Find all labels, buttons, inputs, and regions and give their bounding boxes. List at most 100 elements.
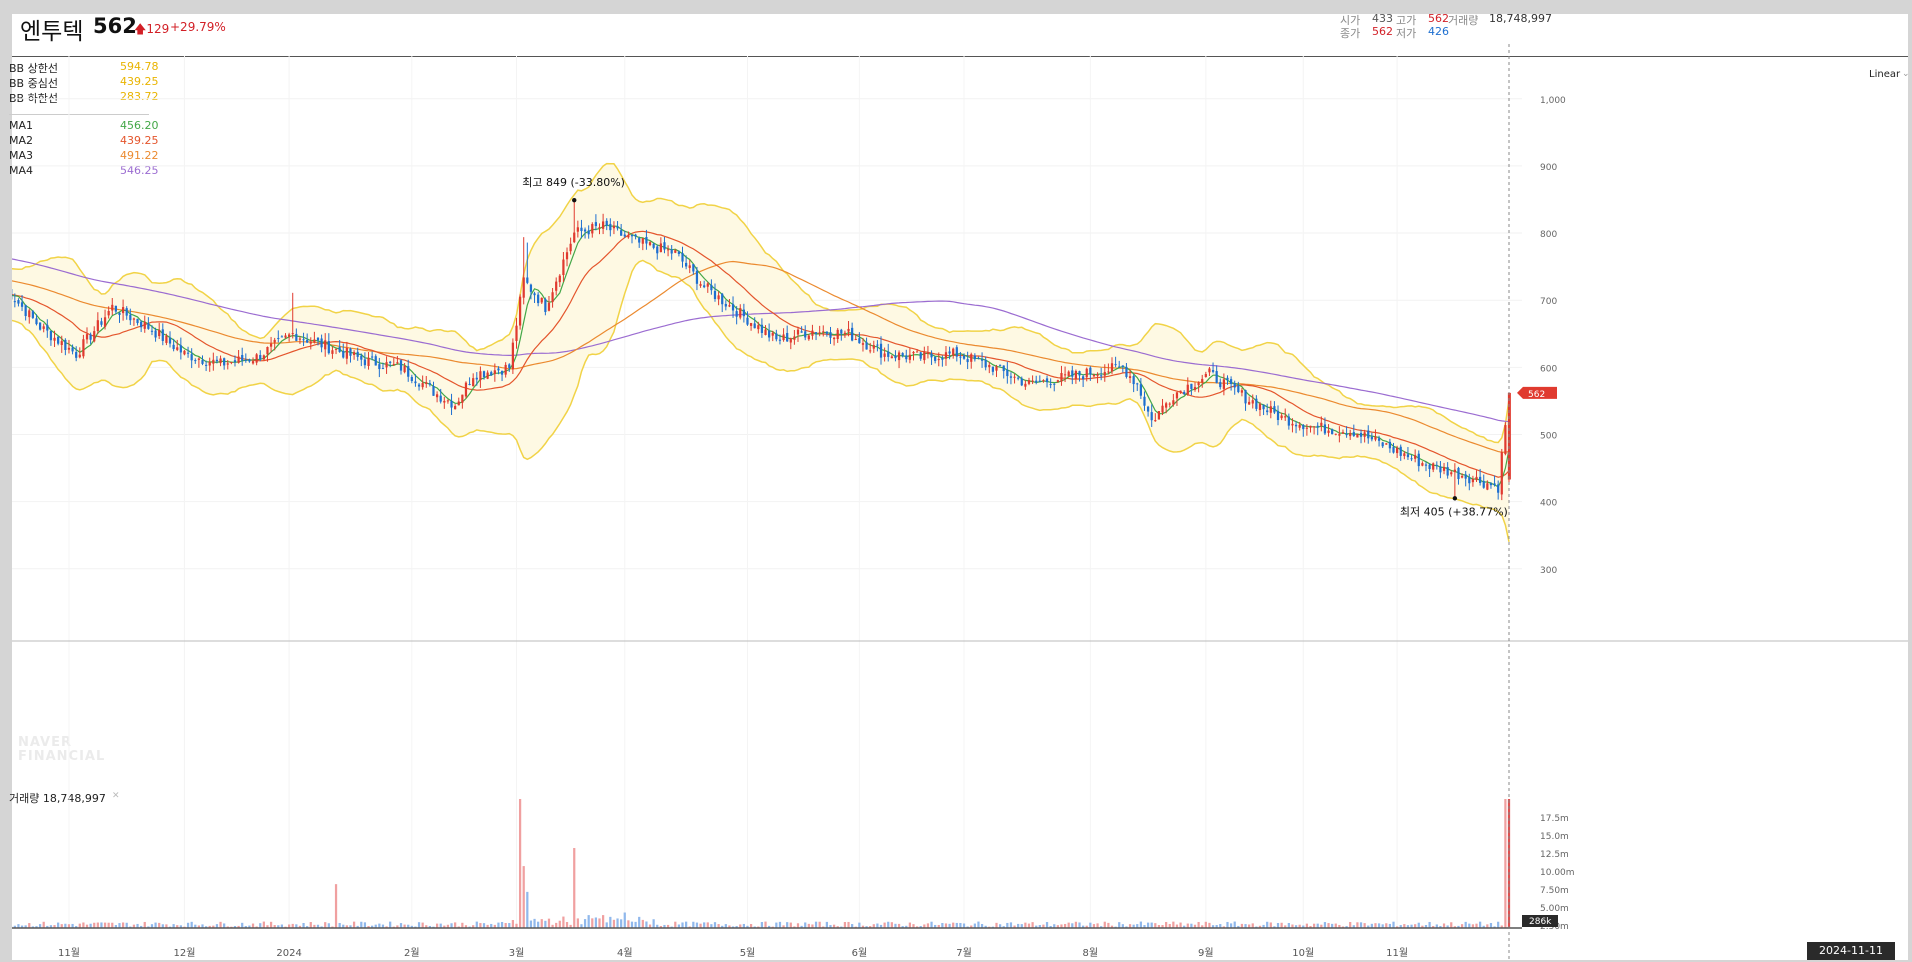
close-icon[interactable]: ✕ <box>112 791 120 801</box>
candle <box>1442 466 1446 471</box>
y-tick-label: 400 <box>1540 499 1557 509</box>
scale-toggle-button[interactable]: Linear <box>1869 69 1900 80</box>
candle <box>742 309 745 317</box>
candle <box>60 341 63 346</box>
candle <box>1078 371 1081 376</box>
volume-bar <box>1475 923 1478 928</box>
legend-bb-lower[interactable]: BB 하한선 283.72 <box>9 90 159 105</box>
volume-bar <box>197 925 201 928</box>
candle <box>486 372 489 379</box>
volume-bar <box>1417 922 1420 928</box>
volume-bar <box>814 921 818 928</box>
candle <box>934 356 937 361</box>
candle <box>1114 364 1117 366</box>
candle <box>876 344 879 346</box>
candle <box>782 334 785 341</box>
legend-bb-lower-value: 283.72 <box>120 90 159 103</box>
legend-ma3[interactable]: MA3 491.22 <box>9 149 159 163</box>
candle <box>980 359 984 361</box>
volume-bar <box>1341 926 1345 928</box>
volume-bar <box>403 924 406 928</box>
volume-bar <box>233 926 237 928</box>
volume-bar <box>1154 923 1157 928</box>
volume-bar <box>158 922 161 928</box>
candle <box>24 305 27 317</box>
candle <box>843 332 847 334</box>
candle <box>392 364 395 366</box>
candle <box>1179 390 1182 393</box>
volume-bar <box>591 918 594 928</box>
candle <box>244 359 247 361</box>
candle <box>1471 479 1475 483</box>
volume-bar <box>244 926 247 928</box>
legend-bb-mid[interactable]: BB 중심선 439.25 <box>9 75 159 90</box>
volume-bar <box>186 922 190 928</box>
candle <box>685 262 688 267</box>
volume-bar <box>1100 926 1103 928</box>
candle <box>168 337 172 344</box>
legend-ma1[interactable]: MA1 456.20 <box>9 119 159 133</box>
candle <box>363 359 367 366</box>
candle <box>840 329 843 334</box>
volume-bar <box>1273 926 1276 928</box>
candle <box>966 359 969 363</box>
volume-bar <box>176 925 179 928</box>
volume-bar <box>497 922 500 928</box>
candle <box>851 327 854 341</box>
volume-bar <box>952 922 955 928</box>
candle <box>1013 376 1016 378</box>
candle <box>955 347 958 357</box>
candle <box>1017 377 1020 379</box>
volume-bar <box>42 921 45 928</box>
candle <box>464 382 468 397</box>
legend-bb-upper[interactable]: BB 상한선 594.78 <box>9 60 159 75</box>
legend-ma4[interactable]: MA4 546.25 <box>9 164 159 178</box>
candle <box>919 352 922 359</box>
volume-bar <box>977 921 980 928</box>
candle <box>439 395 442 402</box>
volume-bar <box>100 922 103 928</box>
legend-bb-upper-value: 594.78 <box>120 60 159 73</box>
volume-bar <box>1226 921 1229 928</box>
volume-bar <box>1486 924 1489 928</box>
naver-financial-watermark: NAVER FINANCIAL <box>18 736 105 764</box>
candle <box>656 246 659 254</box>
volume-bar <box>1143 925 1146 928</box>
candle <box>508 364 511 368</box>
volume-bar <box>208 925 211 928</box>
candle <box>1161 405 1164 413</box>
candle <box>1125 366 1128 377</box>
candle <box>183 350 186 355</box>
candle <box>461 394 464 403</box>
candle <box>280 336 284 338</box>
volume-bar <box>64 923 67 928</box>
legend-ma2[interactable]: MA2 439.25 <box>9 134 159 148</box>
volume-bar <box>955 922 958 928</box>
volume-bar <box>934 924 937 928</box>
candle <box>435 394 439 398</box>
volume-bar <box>446 924 450 928</box>
candle <box>908 354 912 360</box>
candle <box>414 381 417 384</box>
volume-bar <box>598 918 601 928</box>
candle <box>1421 463 1424 466</box>
candle <box>1468 477 1471 484</box>
candle <box>233 360 237 363</box>
candle <box>186 352 190 354</box>
volume-bar <box>1175 924 1179 928</box>
candle <box>1287 416 1290 426</box>
volume-bar <box>1027 923 1031 928</box>
candle <box>869 350 872 352</box>
chevron-down-icon[interactable]: ⌄ <box>1902 69 1910 79</box>
candle <box>562 259 565 276</box>
volume-bar <box>1229 923 1233 928</box>
candle <box>349 348 352 356</box>
candle <box>796 329 800 335</box>
candle <box>1096 374 1099 376</box>
volume-bar <box>500 921 504 928</box>
volume-bar <box>1096 923 1099 928</box>
volume-bar <box>677 924 681 928</box>
candle <box>1414 455 1417 459</box>
candle <box>1359 432 1363 437</box>
price-chart[interactable]: 1,000 900 800 700 600 500 400 300 11월 12월 2024 2월 3월… <box>12 14 1908 960</box>
